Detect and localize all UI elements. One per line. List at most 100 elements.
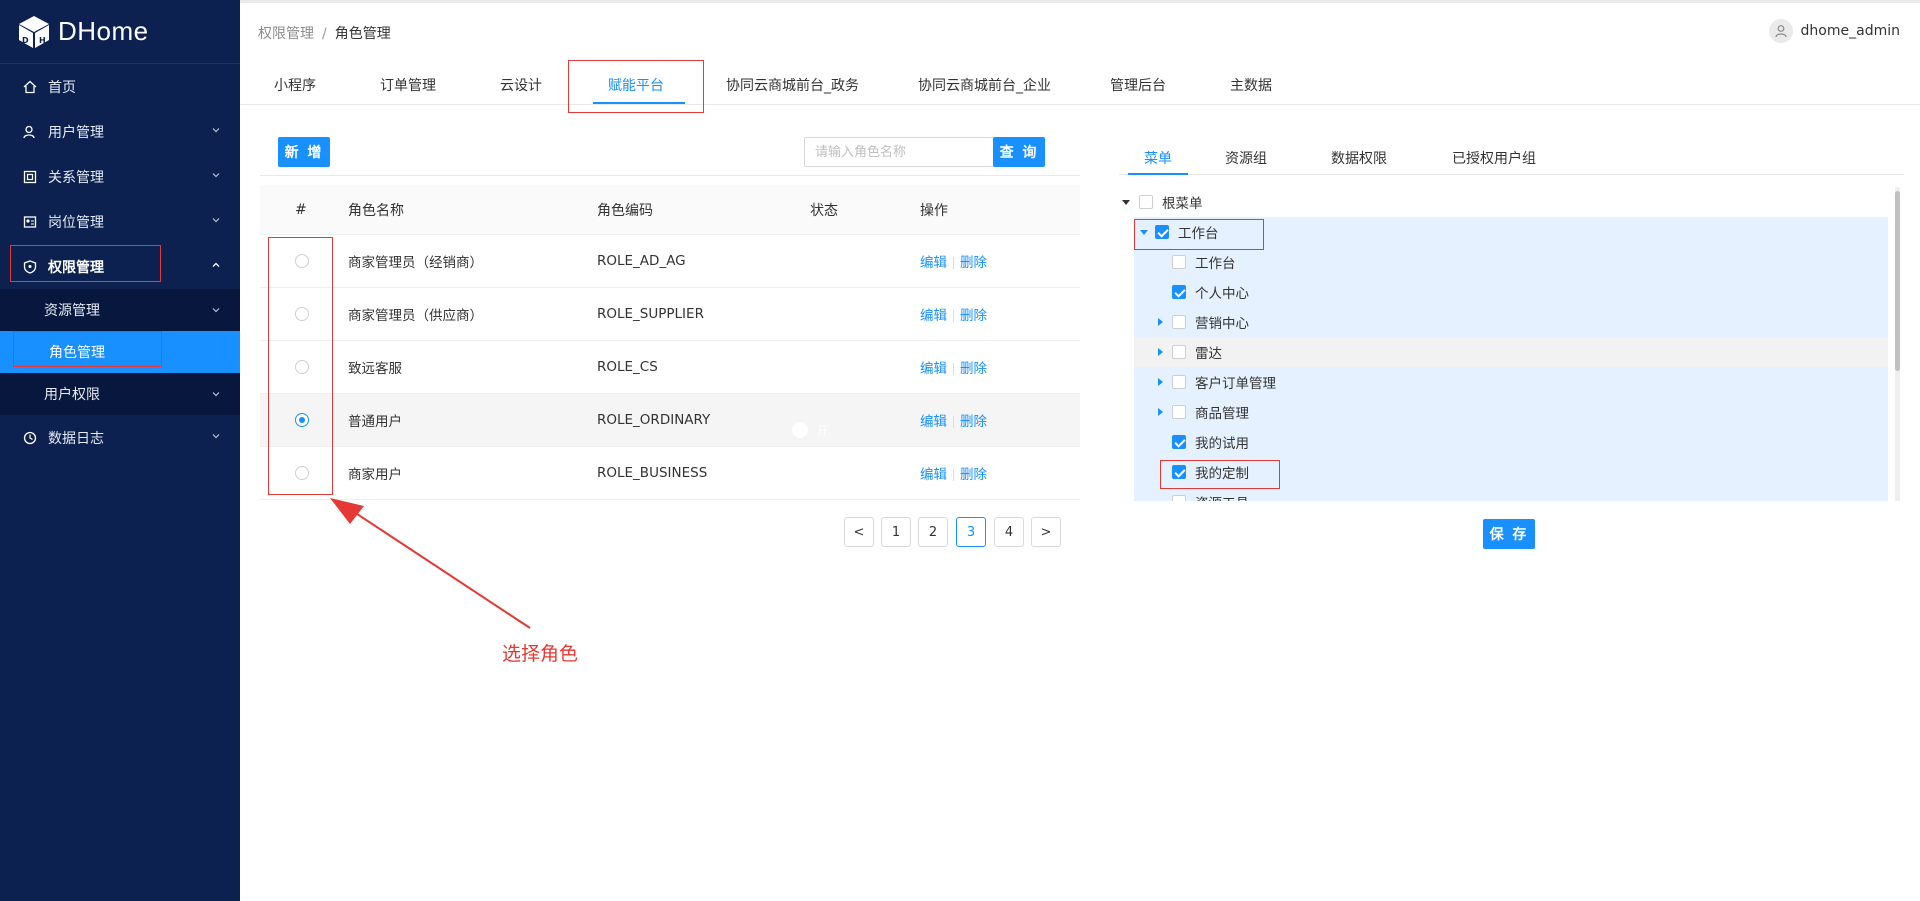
tab-mall-government[interactable]: 协同云商城前台_政务 [726, 75, 859, 95]
table-row[interactable]: 致远客服 ROLE_CS 开 编辑 删除 [260, 341, 1080, 394]
edit-link[interactable]: 编辑 [920, 361, 947, 377]
scrollbar-thumb[interactable] [1895, 191, 1900, 371]
breadcrumb-parent[interactable]: 权限管理 [258, 26, 314, 42]
pagination-page-4[interactable]: 4 [994, 517, 1024, 547]
sidebar-item-label: 首页 [48, 79, 76, 96]
tab-master-data[interactable]: 主数据 [1230, 75, 1272, 95]
tree-checkbox[interactable] [1172, 255, 1186, 269]
tree-checkbox[interactable] [1172, 285, 1186, 299]
table-row[interactable]: 商家管理员（供应商） ROLE_SUPPLIER 开 编辑 删除 [260, 288, 1080, 341]
caret-down-icon[interactable] [1140, 230, 1148, 235]
row-radio[interactable] [295, 307, 309, 321]
sidebar-item-role-management[interactable]: 角色管理 [0, 331, 240, 373]
tree-checkbox[interactable] [1139, 195, 1153, 209]
sidebar-item-label: 资源管理 [44, 303, 100, 319]
edit-link[interactable]: 编辑 [920, 414, 947, 430]
tree-node[interactable]: 营销中心 [1134, 307, 1888, 337]
tree-checkbox[interactable] [1172, 315, 1186, 329]
caret-down-icon[interactable] [1122, 200, 1130, 205]
op-separator [953, 310, 954, 322]
tree-node[interactable]: 根菜单 [1118, 187, 1888, 217]
tree-scrollbar[interactable] [1895, 187, 1900, 501]
op-separator [953, 416, 954, 428]
tab-mini-program[interactable]: 小程序 [274, 75, 316, 95]
tab-order-management[interactable]: 订单管理 [380, 75, 436, 95]
tree-node[interactable]: 我的定制 [1134, 457, 1888, 487]
tab-mall-enterprise[interactable]: 协同云商城前台_企业 [918, 75, 1051, 95]
permission-submenu: 资源管理 角色管理 用户权限 [0, 289, 240, 415]
table-row[interactable]: 普通用户 ROLE_ORDINARY 开 编辑 删除 [260, 394, 1080, 447]
tab-authorized-user-groups[interactable]: 已授权用户组 [1452, 148, 1536, 168]
pagination-page-1[interactable]: 1 [881, 517, 911, 547]
sidebar-item-resource-management[interactable]: 资源管理 [0, 289, 240, 331]
tree-node[interactable]: 个人中心 [1134, 277, 1888, 307]
sidebar-item-user-permission[interactable]: 用户权限 [0, 373, 240, 415]
row-radio[interactable] [295, 466, 309, 480]
pagination-prev[interactable]: < [844, 517, 874, 547]
tree-checkbox[interactable] [1172, 465, 1186, 479]
caret-right-icon[interactable] [1158, 348, 1163, 356]
table-row[interactable]: 商家用户 ROLE_BUSINESS 开 编辑 删除 [260, 447, 1080, 500]
sidebar-item-permission-management[interactable]: 权限管理 [0, 244, 240, 289]
row-ops: 编辑 删除 [920, 304, 987, 324]
tree-checkbox[interactable] [1172, 495, 1186, 501]
tree-label: 个人中心 [1195, 286, 1249, 302]
tree-checkbox[interactable] [1172, 345, 1186, 359]
avatar [1768, 19, 1793, 43]
delete-link[interactable]: 删除 [960, 467, 987, 483]
tree-checkbox[interactable] [1172, 435, 1186, 449]
search-button[interactable]: 查 询 [993, 137, 1045, 167]
row-ops: 编辑 删除 [920, 463, 987, 483]
edit-link[interactable]: 编辑 [920, 255, 947, 271]
caret-right-icon[interactable] [1158, 378, 1163, 386]
tab-empowerment-platform[interactable]: 赋能平台 [608, 75, 664, 95]
sidebar-item-data-log[interactable]: 数据日志 [0, 415, 240, 460]
delete-link[interactable]: 删除 [960, 361, 987, 377]
tab-menu[interactable]: 菜单 [1144, 148, 1172, 168]
row-radio[interactable] [295, 254, 309, 268]
pagination-next[interactable]: > [1031, 517, 1061, 547]
role-search-input[interactable] [804, 137, 994, 167]
add-role-button[interactable]: 新 增 [278, 137, 330, 167]
annotation-text: 选择角色 [502, 643, 579, 665]
save-button[interactable]: 保 存 [1483, 519, 1535, 549]
row-radio[interactable] [295, 413, 309, 427]
row-radio[interactable] [295, 360, 309, 374]
user-menu[interactable]: dhome_admin [1768, 19, 1900, 43]
sidebar-item-relation-management[interactable]: 关系管理 [0, 154, 240, 199]
caret-right-icon[interactable] [1158, 318, 1163, 326]
tree-checkbox[interactable] [1172, 375, 1186, 389]
tree-label: 工作台 [1195, 256, 1236, 272]
sidebar-item-user-management[interactable]: 用户管理 [0, 109, 240, 154]
delete-link[interactable]: 删除 [960, 414, 987, 430]
tree-checkbox[interactable] [1172, 405, 1186, 419]
tab-admin-backend[interactable]: 管理后台 [1110, 75, 1166, 95]
tree-node[interactable]: 我的试用 [1134, 427, 1888, 457]
tree-node[interactable]: 商品管理 [1134, 397, 1888, 427]
tree-node[interactable]: 工作台 [1134, 217, 1888, 247]
app-logo[interactable]: D H DHome [0, 0, 240, 64]
tree-node[interactable]: 资源工具 [1134, 487, 1888, 501]
tab-data-permission[interactable]: 数据权限 [1331, 148, 1387, 168]
role-code: ROLE_CS [597, 359, 658, 375]
sidebar-item-position-management[interactable]: 岗位管理 [0, 199, 240, 244]
delete-link[interactable]: 删除 [960, 255, 987, 271]
pagination-page-3[interactable]: 3 [956, 517, 986, 547]
role-name: 致远客服 [348, 361, 402, 377]
sidebar-item-label: 权限管理 [48, 259, 104, 276]
tree-node[interactable]: 雷达 [1134, 337, 1888, 367]
caret-right-icon[interactable] [1158, 408, 1163, 416]
row-ops: 编辑 删除 [920, 410, 987, 430]
tree-checkbox[interactable] [1155, 225, 1169, 239]
edit-link[interactable]: 编辑 [920, 467, 947, 483]
delete-link[interactable]: 删除 [960, 308, 987, 324]
tree-node[interactable]: 工作台 [1134, 247, 1888, 277]
chevron-down-icon [212, 128, 220, 133]
tab-resource-group[interactable]: 资源组 [1225, 148, 1267, 168]
pagination-page-2[interactable]: 2 [918, 517, 948, 547]
tab-cloud-design[interactable]: 云设计 [500, 75, 542, 95]
table-row[interactable]: 商家管理员（经销商） ROLE_AD_AG 开 编辑 删除 [260, 235, 1080, 288]
sidebar-item-home[interactable]: 首页 [0, 64, 240, 109]
tree-node[interactable]: 客户订单管理 [1134, 367, 1888, 397]
edit-link[interactable]: 编辑 [920, 308, 947, 324]
